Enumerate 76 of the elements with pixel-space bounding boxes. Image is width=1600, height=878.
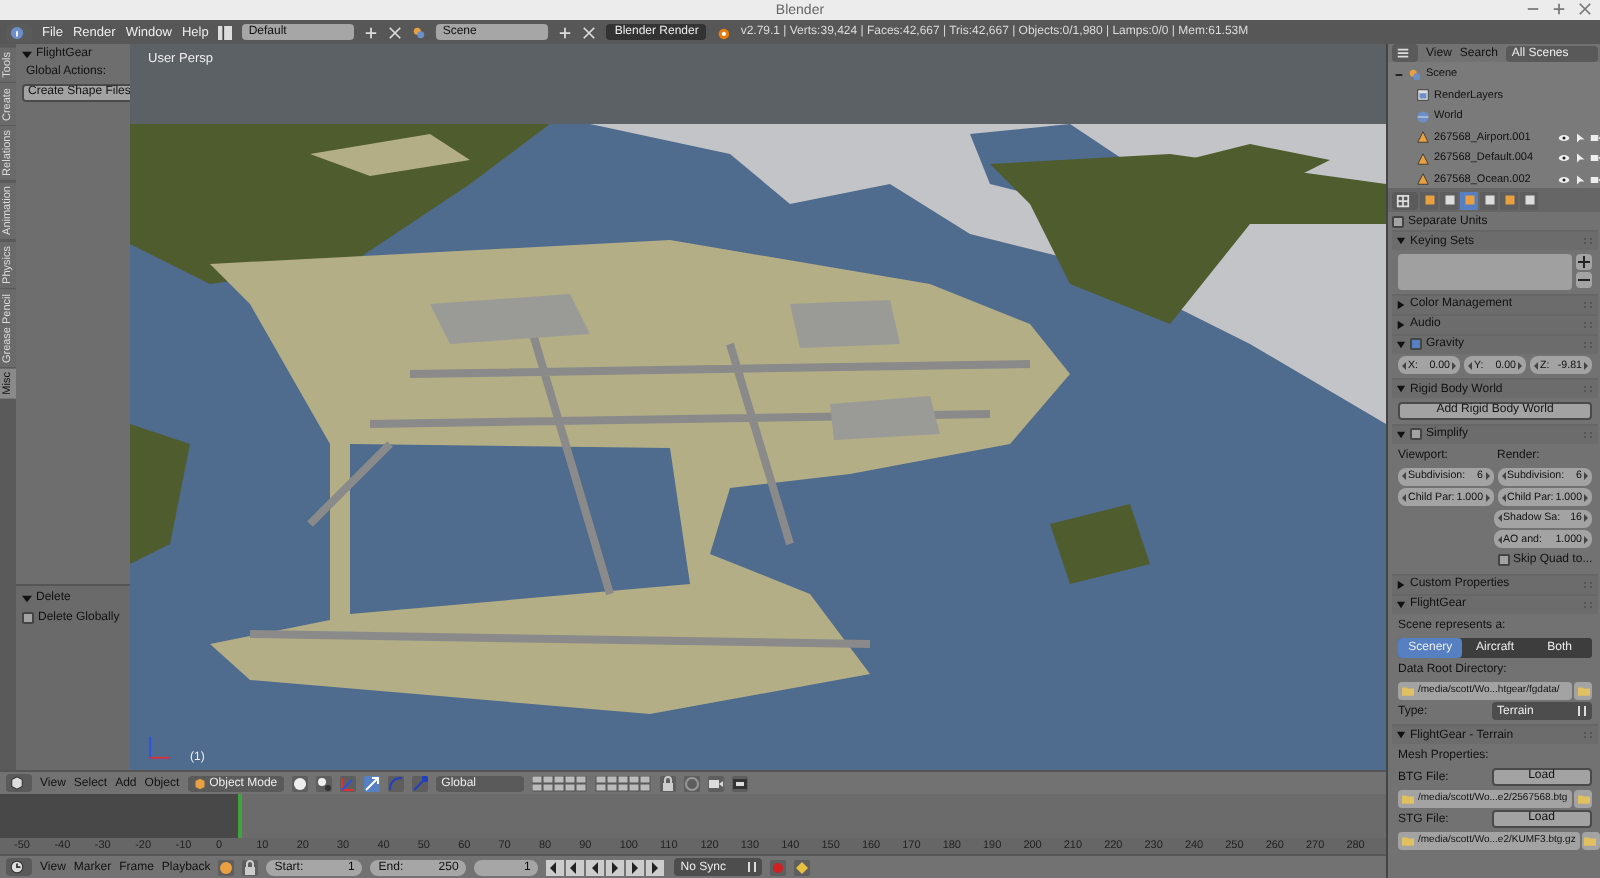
add-icon[interactable] xyxy=(558,25,573,39)
plus-icon xyxy=(1578,255,1590,267)
disclosure-triangle-icon[interactable] xyxy=(1396,319,1406,329)
checkbox[interactable] xyxy=(1410,428,1422,440)
move-arrow-icon[interactable] xyxy=(363,775,380,791)
lock-icon[interactable] xyxy=(659,775,676,791)
disclosure-triangle-icon[interactable] xyxy=(1396,579,1406,589)
camera-icon[interactable] xyxy=(1590,173,1600,186)
disclosure-icon[interactable] xyxy=(1394,69,1404,80)
cube-icon xyxy=(193,777,206,789)
editor-type-button[interactable] xyxy=(6,858,32,876)
playback-controls-icon[interactable] xyxy=(546,859,667,875)
file-browse-button[interactable] xyxy=(1574,681,1592,699)
checkbox[interactable] xyxy=(1410,338,1422,350)
image-stack-icon xyxy=(1416,88,1430,103)
preview-range-icon[interactable] xyxy=(218,859,235,875)
minimize-icon[interactable] xyxy=(1526,2,1540,16)
add-button[interactable] xyxy=(1576,253,1592,269)
checkbox[interactable] xyxy=(22,612,34,624)
pivot-icon[interactable] xyxy=(315,775,332,791)
properties-tab[interactable] xyxy=(1500,191,1518,209)
disclosure-triangle-icon[interactable] xyxy=(1396,299,1406,309)
add-icon[interactable] xyxy=(364,25,379,39)
snap-magnet-icon[interactable] xyxy=(683,775,700,791)
shading-sphere-icon[interactable] xyxy=(291,775,308,791)
eye-icon[interactable] xyxy=(1558,131,1570,144)
folder-icon xyxy=(1577,685,1589,695)
checkbox[interactable] xyxy=(1392,215,1404,227)
disclosure-triangle-icon[interactable] xyxy=(1396,384,1406,394)
file-browse-button[interactable] xyxy=(1581,831,1600,849)
info-icon xyxy=(10,25,24,39)
close-icon[interactable] xyxy=(1578,2,1592,16)
properties-tab[interactable] xyxy=(1440,191,1458,209)
folder-icon xyxy=(1402,685,1414,695)
properties-tab[interactable] xyxy=(1520,191,1538,209)
keyframe-icon[interactable] xyxy=(794,859,811,875)
disclosure-triangle-icon[interactable] xyxy=(1396,730,1406,740)
globe-icon xyxy=(1416,109,1430,124)
eye-icon[interactable] xyxy=(1558,173,1570,186)
disclosure-triangle-icon[interactable] xyxy=(1396,429,1406,439)
grid-icon xyxy=(1396,193,1410,207)
film-clip-icon[interactable] xyxy=(731,775,748,791)
folder-icon xyxy=(1402,793,1414,803)
minus-icon xyxy=(1578,273,1590,285)
maximize-icon[interactable] xyxy=(1552,2,1566,16)
folder-icon xyxy=(1584,835,1597,845)
file-browse-button[interactable] xyxy=(1574,789,1592,807)
list-icon xyxy=(1396,46,1410,60)
scene-icon xyxy=(1408,67,1422,82)
layer-grid-icon[interactable] xyxy=(531,775,652,791)
render-camera-icon[interactable] xyxy=(707,775,724,791)
cube-icon xyxy=(10,776,24,790)
blender-logo-icon xyxy=(716,25,731,39)
layout-icon xyxy=(218,25,233,39)
disclosure-triangle-icon[interactable] xyxy=(1396,236,1406,246)
editor-type-button[interactable] xyxy=(6,774,32,792)
properties-tab[interactable] xyxy=(1460,191,1478,209)
editor-type-button[interactable] xyxy=(1392,191,1418,209)
properties-tab[interactable] xyxy=(1420,191,1438,209)
editor-type-button[interactable] xyxy=(1392,44,1418,62)
clock-icon xyxy=(10,860,24,874)
folder-icon xyxy=(1402,835,1414,845)
disclosure-triangle-icon[interactable] xyxy=(1396,599,1406,609)
camera-icon[interactable] xyxy=(1590,152,1600,165)
remove-button[interactable] xyxy=(1576,271,1592,287)
folder-icon xyxy=(1577,793,1589,803)
scene-icon xyxy=(412,25,427,39)
checkbox[interactable] xyxy=(1497,554,1509,566)
expand-triangle-icon[interactable] xyxy=(22,593,32,603)
camera-icon[interactable] xyxy=(1590,131,1600,144)
lock-icon[interactable] xyxy=(242,859,259,875)
axis-gizmo-icon xyxy=(146,734,174,762)
properties-tab[interactable] xyxy=(1480,191,1498,209)
disclosure-triangle-icon[interactable] xyxy=(1396,339,1406,349)
expand-triangle-icon[interactable] xyxy=(22,49,32,59)
eye-icon[interactable] xyxy=(1558,152,1570,165)
